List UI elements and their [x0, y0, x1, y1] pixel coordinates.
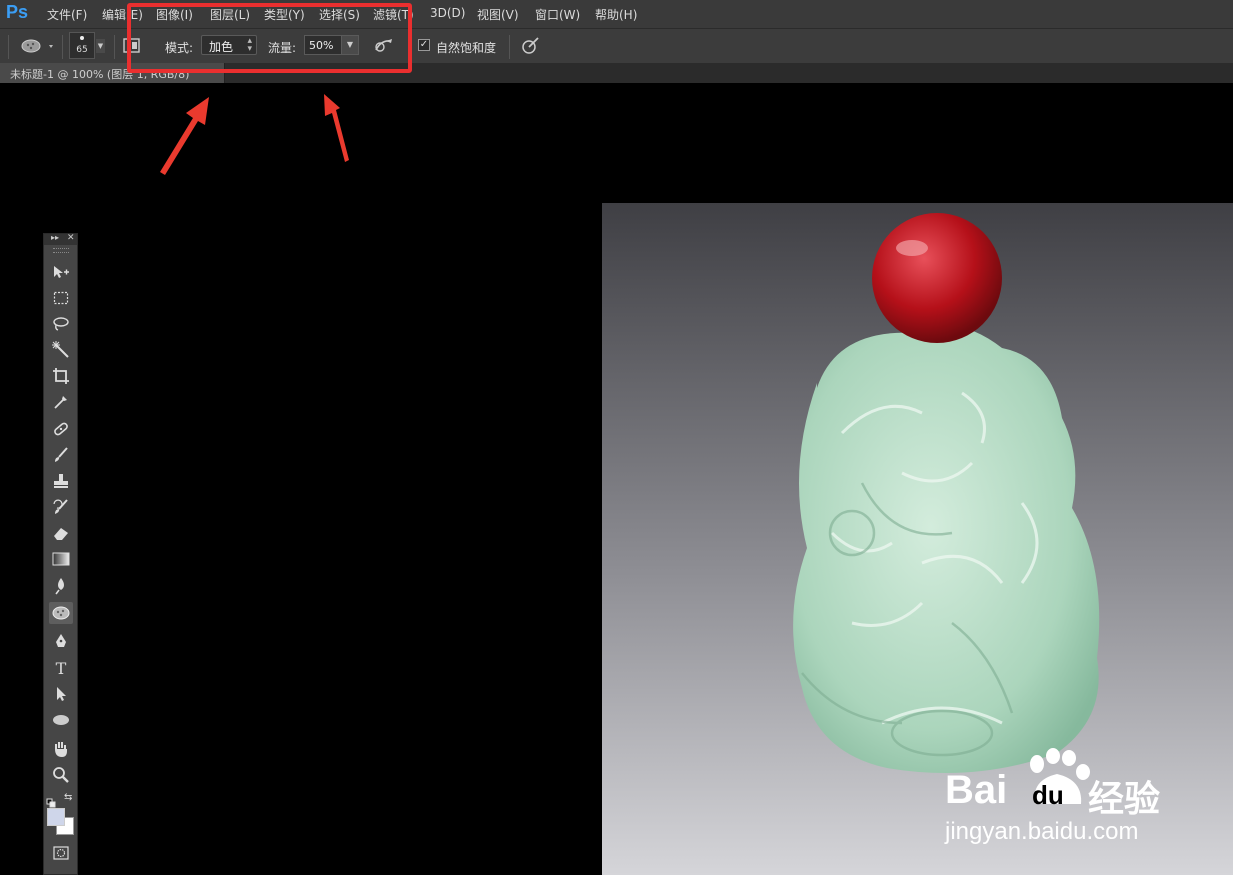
- arrow-up-right: [324, 94, 349, 162]
- watermark-product: 经验: [1088, 778, 1161, 819]
- magic-wand-tool-icon[interactable]: [49, 339, 73, 361]
- menu-view[interactable]: 视图(V): [477, 6, 519, 23]
- gradient-tool-icon[interactable]: [49, 548, 73, 570]
- hand-tool-icon[interactable]: [49, 738, 73, 760]
- brush-tip-icon: [80, 36, 84, 40]
- menu-help[interactable]: 帮助(H): [595, 6, 637, 23]
- pressure-size-icon[interactable]: [520, 36, 542, 60]
- healing-brush-tool-icon[interactable]: [49, 418, 73, 440]
- menu-window[interactable]: 窗口(W): [535, 6, 580, 23]
- clone-stamp-tool-icon[interactable]: [49, 470, 73, 492]
- watermark-du: du: [1032, 780, 1064, 810]
- photoshop-logo: Ps: [6, 2, 29, 22]
- tools-panel: ▸▸ ✕ T ⇆: [43, 233, 78, 875]
- ellipse-tool-icon[interactable]: [49, 709, 73, 731]
- arrow-up-left: [160, 97, 209, 175]
- divider: [114, 35, 115, 59]
- move-tool-icon[interactable]: [49, 261, 73, 283]
- tools-panel-header: ▸▸ ✕: [44, 233, 77, 245]
- baidu-brand: Bai: [945, 768, 1007, 813]
- menu-3d[interactable]: 3D(D): [430, 6, 465, 20]
- type-tool-icon[interactable]: T: [49, 657, 73, 679]
- blur-tool-icon[interactable]: [49, 575, 73, 597]
- eraser-tool-icon[interactable]: [49, 522, 73, 544]
- lasso-tool-icon[interactable]: [49, 313, 73, 335]
- close-icon[interactable]: ✕: [67, 233, 75, 243]
- brush-size-value: 65: [76, 45, 88, 55]
- zoom-tool-icon[interactable]: [49, 764, 73, 786]
- vibrance-label: 自然饱和度: [436, 41, 497, 55]
- brush-size-picker[interactable]: 65 ▼: [69, 32, 107, 59]
- divider: [62, 35, 63, 59]
- brush-tool-icon[interactable]: [49, 444, 73, 466]
- chevron-down-icon[interactable]: ▼: [96, 39, 105, 53]
- path-selection-tool-icon[interactable]: [49, 683, 73, 705]
- divider: [509, 35, 510, 59]
- menu-file[interactable]: 文件(F): [47, 6, 87, 23]
- pen-tool-icon[interactable]: [49, 630, 73, 652]
- collapse-icon[interactable]: ▸▸: [51, 233, 59, 242]
- highlight-box: [127, 3, 412, 73]
- sponge-tool-icon[interactable]: [49, 602, 73, 624]
- quick-mask-icon[interactable]: [53, 845, 69, 864]
- grip-divider: [8, 35, 9, 59]
- vibrance-checkbox[interactable]: ✓: [418, 39, 430, 51]
- crop-tool-icon[interactable]: [49, 365, 73, 387]
- marquee-tool-icon[interactable]: [49, 287, 73, 309]
- foreground-color-swatch[interactable]: [47, 808, 65, 826]
- eyedropper-tool-icon[interactable]: [49, 391, 73, 413]
- history-brush-tool-icon[interactable]: [49, 496, 73, 518]
- sponge-tool-preset-icon[interactable]: [20, 37, 56, 59]
- swap-colors-icon[interactable]: ⇆: [64, 792, 72, 803]
- grip-icon: [53, 248, 69, 253]
- watermark-bai: Bai: [945, 768, 1008, 812]
- watermark-url: jingyan.baidu.com: [945, 818, 1139, 845]
